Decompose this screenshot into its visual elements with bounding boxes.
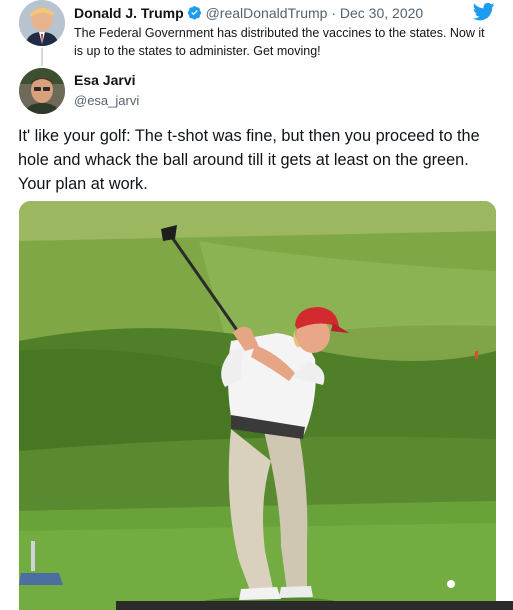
reply-author-name[interactable]: Esa Jarvi bbox=[74, 72, 136, 88]
quoted-tweet[interactable]: Donald J. Trump @realDonaldTrump · Dec 3… bbox=[0, 0, 513, 66]
verified-badge-icon bbox=[187, 6, 201, 20]
reply-author-avatar[interactable] bbox=[19, 68, 65, 114]
bottom-dark-bar bbox=[116, 601, 513, 610]
quoted-tweet-text: The Federal Government has distributed t… bbox=[74, 26, 485, 58]
tweet-photo[interactable] bbox=[19, 201, 496, 610]
reply-author-handle[interactable]: @esa_jarvi bbox=[74, 93, 139, 108]
header-separator: · bbox=[331, 5, 336, 21]
quoted-tweet-date[interactable]: Dec 30, 2020 bbox=[340, 5, 423, 21]
quoted-tweet-header: Donald J. Trump @realDonaldTrump · Dec 3… bbox=[74, 4, 423, 22]
golfer-photo-illustration bbox=[19, 201, 496, 610]
quoted-author-name[interactable]: Donald J. Trump bbox=[74, 5, 184, 21]
quoted-author-avatar[interactable] bbox=[19, 0, 65, 46]
thread-connector-line bbox=[41, 48, 43, 66]
twitter-bird-icon bbox=[473, 2, 495, 21]
quoted-author-handle[interactable]: @realDonaldTrump bbox=[206, 5, 328, 21]
reply-tweet-text: It' like your golf: The t-shot was fine,… bbox=[18, 127, 480, 193]
